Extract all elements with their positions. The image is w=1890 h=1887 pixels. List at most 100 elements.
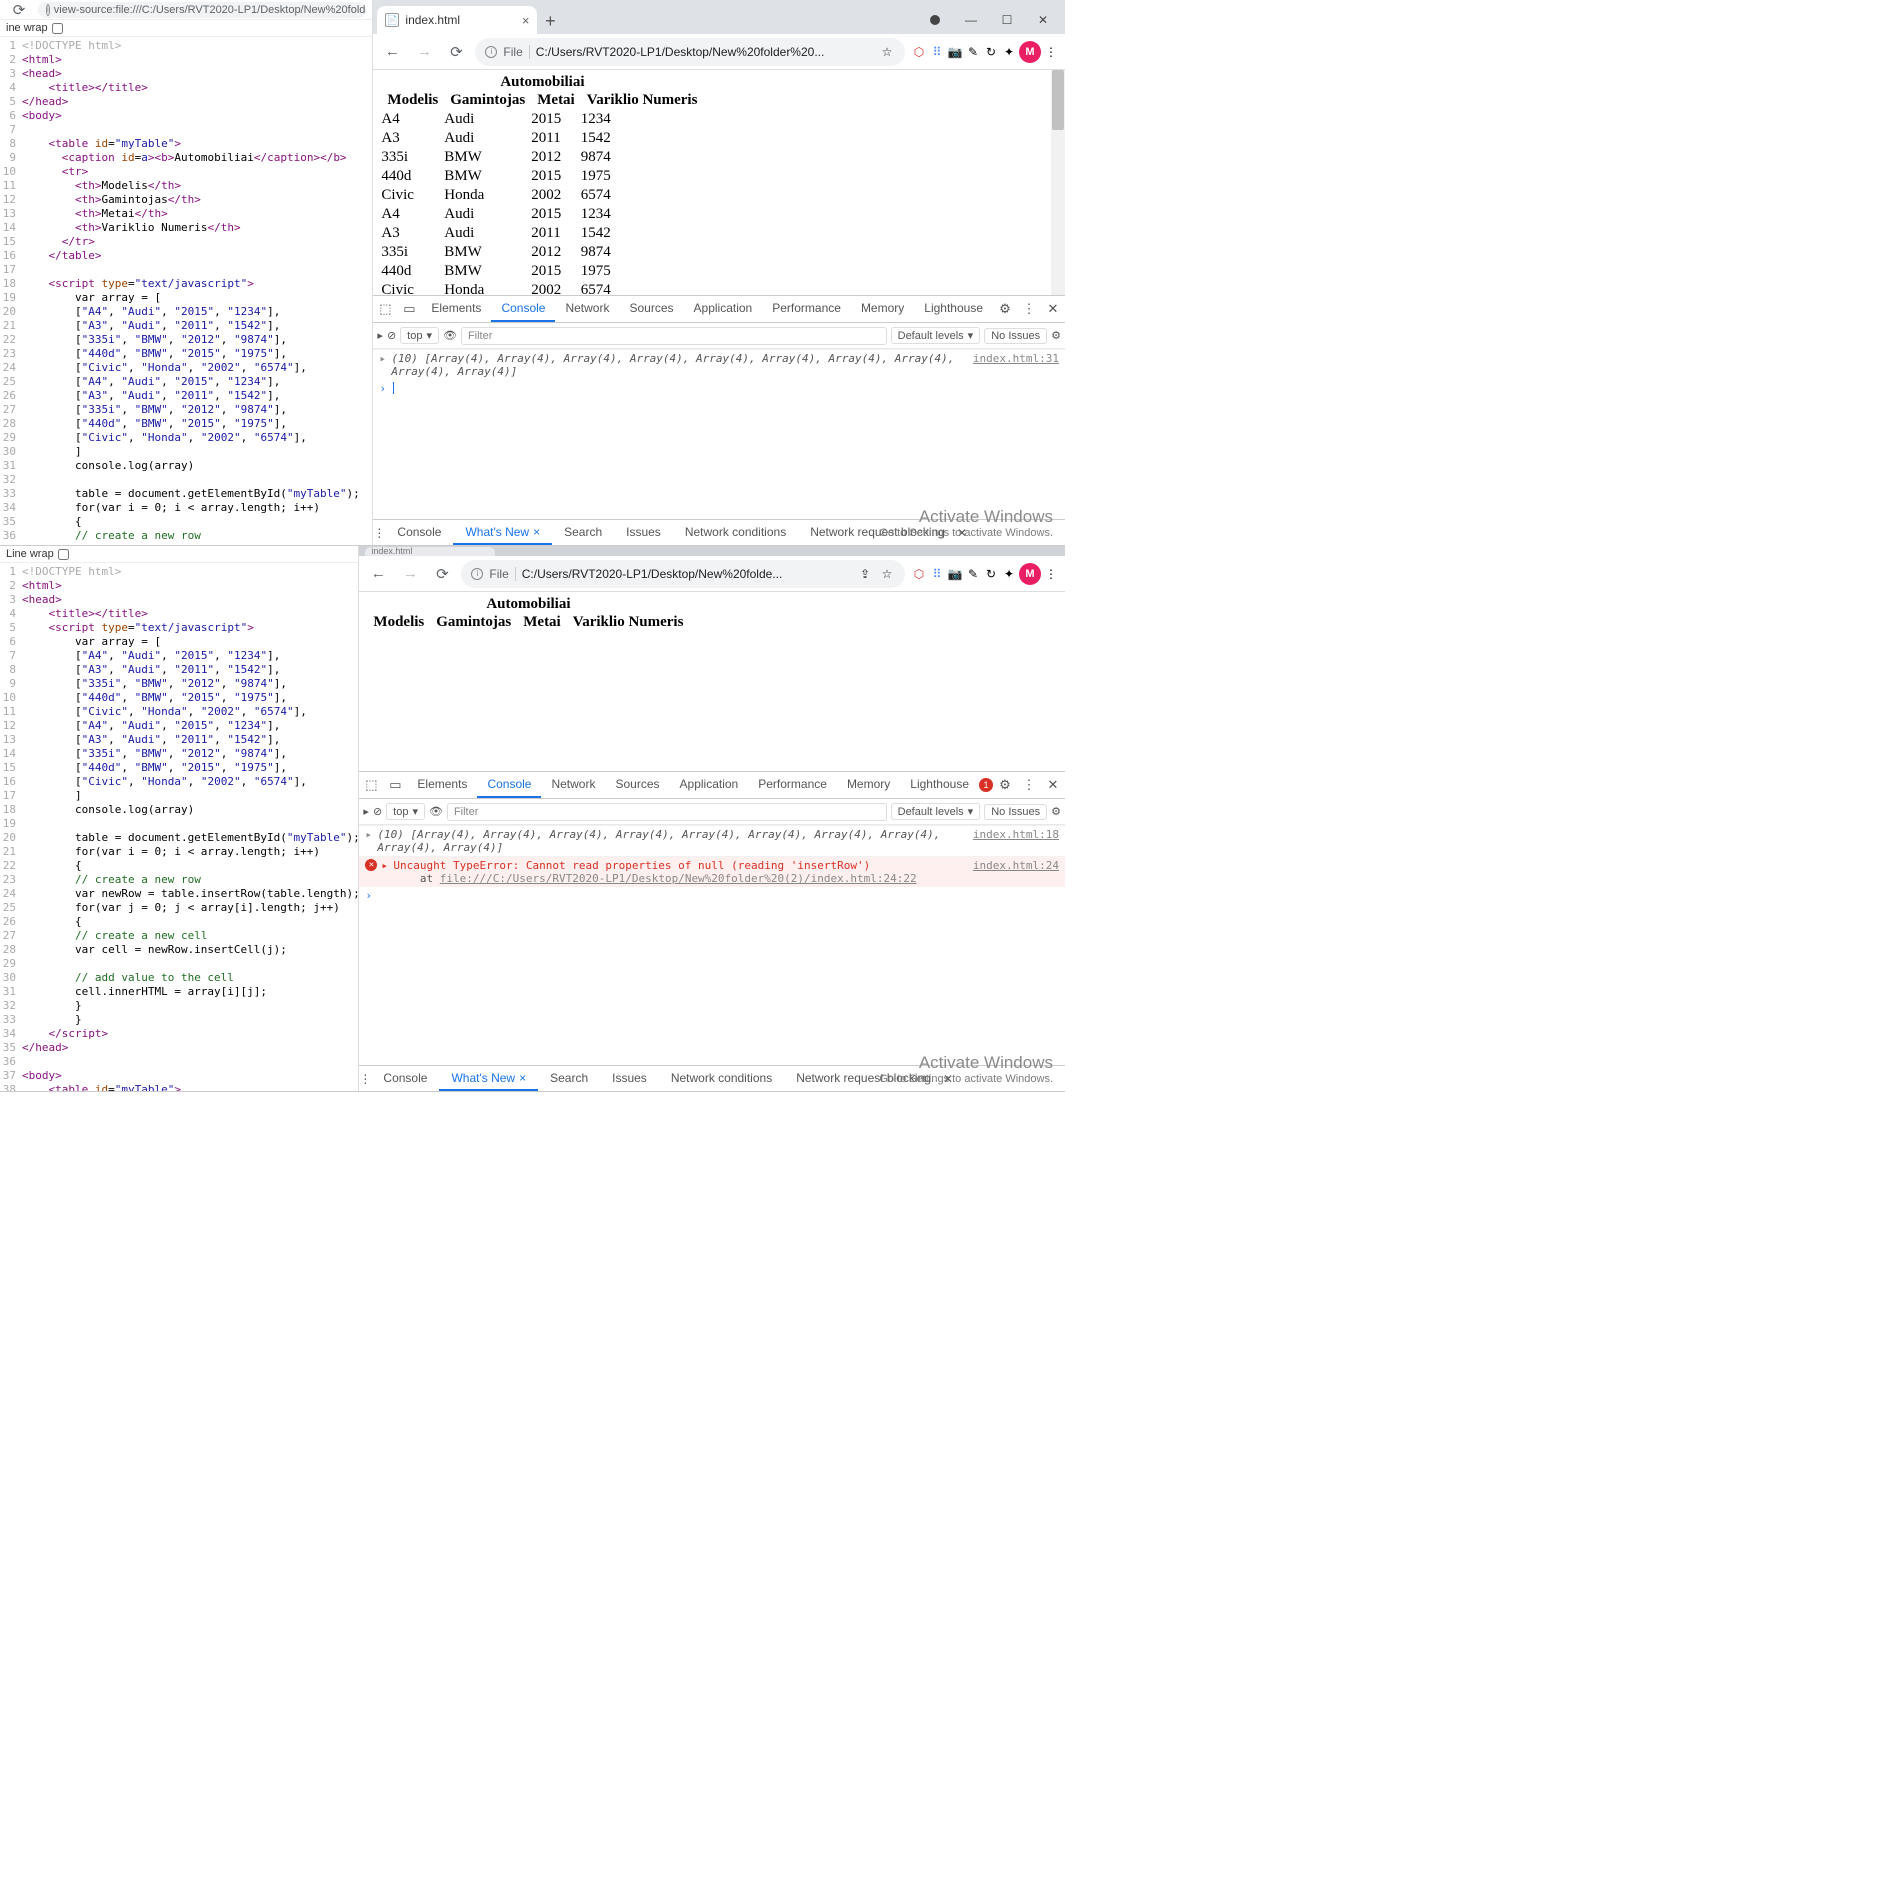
console-output[interactable]: ▸ (10) [Array(4), Array(4), Array(4), Ar… [373, 349, 1065, 519]
toggle-sidebar-icon[interactable]: ▸ [377, 329, 383, 342]
drawer-menu-icon[interactable]: ⋮ [359, 1072, 371, 1086]
extensions-icon[interactable]: ✦ [1001, 44, 1017, 60]
back-button[interactable]: ← [365, 561, 391, 587]
address-bar[interactable]: i File C:/Users/RVT2020-LP1/Desktop/New%… [461, 560, 905, 588]
error-stack-link[interactable]: file:///C:/Users/RVT2020-LP1/Desktop/New… [440, 872, 917, 885]
profile-avatar[interactable]: M [1019, 563, 1041, 585]
eyedrop-icon[interactable]: ✎ [965, 566, 981, 582]
source-code[interactable]: 1<!DOCTYPE html>2<html>3<head>4 <title><… [0, 37, 372, 545]
levels-select[interactable]: Default levels ▾ [891, 327, 981, 344]
eye-icon[interactable]: 👁 [443, 329, 457, 342]
menu-icon[interactable]: ⋮ [1043, 44, 1059, 60]
console-prompt[interactable]: › [373, 380, 1065, 397]
src-address[interactable]: iview-source:file:///C:/Users/RVT2020-LP… [38, 2, 366, 18]
error-badge[interactable]: 1 [979, 778, 993, 792]
drawer-tab-issues[interactable]: Issues [614, 520, 673, 545]
scrollbar[interactable] [1051, 70, 1065, 295]
console-output[interactable]: ▸ (10) [Array(4), Array(4), Array(4), Ar… [359, 825, 1065, 1065]
site-info-icon[interactable]: i [485, 46, 497, 58]
tab-network[interactable]: Network [555, 296, 619, 322]
context-select[interactable]: top ▾ [400, 327, 439, 344]
console-source-link[interactable]: index.html:31 [973, 352, 1059, 378]
reload-button[interactable]: ⟳ [443, 39, 469, 65]
forward-button[interactable]: → [411, 39, 437, 65]
camera-icon[interactable]: 📷 [947, 566, 963, 582]
device-toggle-icon[interactable]: ▭ [397, 301, 421, 317]
drawer-tab-netcond[interactable]: Network conditions [659, 1066, 784, 1091]
tab-memory[interactable]: Memory [851, 296, 914, 322]
line-wrap-checkbox[interactable] [52, 23, 63, 34]
context-select[interactable]: top ▾ [386, 803, 425, 820]
issues-indicator[interactable]: No Issues [984, 804, 1047, 820]
translate-icon[interactable]: ⠿ [929, 566, 945, 582]
devtools-settings-icon[interactable]: ⚙ [993, 777, 1017, 793]
browser-tab-cropped[interactable]: index.html [365, 547, 495, 556]
incognito-icon[interactable] [917, 6, 953, 34]
tab-console[interactable]: Console [477, 772, 541, 798]
inspect-icon[interactable]: ⬚ [359, 777, 383, 793]
drawer-tab-console[interactable]: Console [371, 1066, 439, 1091]
history-icon[interactable]: ↻ [983, 566, 999, 582]
window-minimize[interactable]: — [953, 6, 989, 34]
menu-icon[interactable]: ⋮ [1043, 566, 1059, 582]
line-wrap-checkbox[interactable] [58, 549, 69, 560]
drawer-tab-console[interactable]: Console [385, 520, 453, 545]
console-source-link[interactable]: index.html:24 [973, 859, 1059, 885]
site-info-icon[interactable]: i [471, 568, 483, 580]
eyedrop-icon[interactable]: ✎ [965, 44, 981, 60]
forward-button[interactable]: → [397, 561, 423, 587]
devtools-close-icon[interactable]: ✕ [1041, 777, 1065, 793]
drawer-tab-search[interactable]: Search [538, 1066, 600, 1091]
close-icon[interactable]: × [533, 525, 540, 539]
extension-icon[interactable]: ⬡ [911, 566, 927, 582]
browser-tab[interactable]: 📄 index.html × [377, 6, 537, 34]
window-close[interactable]: ✕ [1025, 6, 1061, 34]
devtools-menu-icon[interactable]: ⋮ [1017, 301, 1041, 317]
inspect-icon[interactable]: ⬚ [373, 301, 397, 317]
tab-sources[interactable]: Sources [605, 772, 669, 798]
drawer-tab-issues[interactable]: Issues [600, 1066, 659, 1091]
tab-performance[interactable]: Performance [762, 296, 851, 322]
drawer-tab-netcond[interactable]: Network conditions [673, 520, 798, 545]
issues-indicator[interactable]: No Issues [984, 328, 1047, 344]
source-code[interactable]: 1<!DOCTYPE html>2<html>3<head>4 <title><… [0, 563, 358, 1091]
scroll-thumb[interactable] [1052, 70, 1064, 130]
reload-button[interactable]: ⟳ [429, 561, 455, 587]
devtools-close-icon[interactable]: ✕ [1041, 301, 1065, 317]
bookmark-icon[interactable]: ☆ [879, 566, 895, 582]
drawer-tab-whatsnew[interactable]: What's New × [453, 520, 552, 545]
clear-console-icon[interactable]: ⊘ [373, 805, 382, 818]
filter-input[interactable]: Filter [461, 327, 887, 345]
tab-sources[interactable]: Sources [619, 296, 683, 322]
tab-elements[interactable]: Elements [421, 296, 491, 322]
drawer-menu-icon[interactable]: ⋮ [373, 526, 385, 540]
share-icon[interactable]: ⇪ [857, 566, 873, 582]
console-settings-icon[interactable]: ⚙ [1051, 329, 1061, 342]
expand-arrow-icon[interactable]: ▸ [379, 352, 391, 378]
tab-memory[interactable]: Memory [837, 772, 900, 798]
clear-console-icon[interactable]: ⊘ [387, 329, 396, 342]
devtools-menu-icon[interactable]: ⋮ [1017, 777, 1041, 793]
camera-icon[interactable]: 📷 [947, 44, 963, 60]
expand-arrow-icon[interactable]: ▸ [381, 859, 393, 885]
console-settings-icon[interactable]: ⚙ [1051, 805, 1061, 818]
toggle-sidebar-icon[interactable]: ▸ [363, 805, 369, 818]
address-bar[interactable]: i File C:/Users/RVT2020-LP1/Desktop/New%… [475, 38, 905, 66]
tab-lighthouse[interactable]: Lighthouse [900, 772, 979, 798]
tab-console[interactable]: Console [491, 296, 555, 322]
translate-icon[interactable]: ⠿ [929, 44, 945, 60]
tab-network[interactable]: Network [541, 772, 605, 798]
console-source-link[interactable]: index.html:18 [973, 828, 1059, 854]
extension-icon[interactable]: ⬡ [911, 44, 927, 60]
console-prompt[interactable]: › [359, 887, 1065, 904]
tab-lighthouse[interactable]: Lighthouse [914, 296, 993, 322]
device-toggle-icon[interactable]: ▭ [383, 777, 407, 793]
new-tab-button[interactable]: + [537, 8, 563, 34]
line-wrap-toggle[interactable]: Line wrap [0, 546, 358, 563]
devtools-settings-icon[interactable]: ⚙ [993, 301, 1017, 317]
levels-select[interactable]: Default levels ▾ [891, 803, 981, 820]
tab-performance[interactable]: Performance [748, 772, 837, 798]
tab-application[interactable]: Application [670, 772, 749, 798]
profile-avatar[interactable]: M [1019, 41, 1041, 63]
extensions-icon[interactable]: ✦ [1001, 566, 1017, 582]
